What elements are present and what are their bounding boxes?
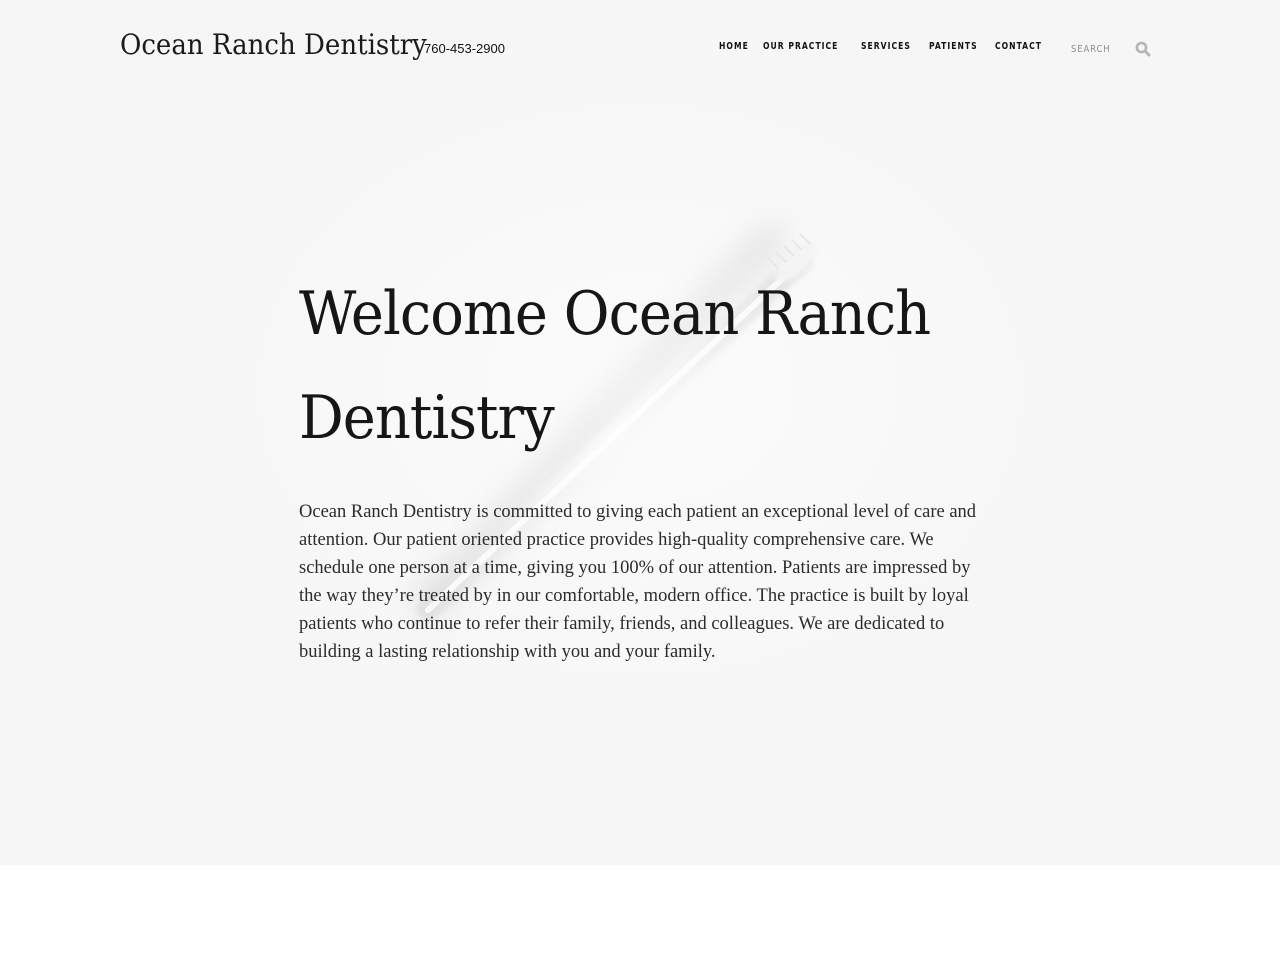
nav-item-patients[interactable]: PATIENTS	[929, 41, 978, 52]
nav-item-our-practice[interactable]: OUR PRACTICE	[763, 41, 838, 52]
site-header: Ocean Ranch Dentistry 760-453-2900 HOME …	[0, 0, 1280, 96]
page-bottom-area	[0, 865, 1280, 960]
search-input[interactable]	[1071, 43, 1124, 55]
phone-link[interactable]: 760-453-2900	[424, 41, 505, 56]
main-nav: HOME OUR PRACTICE SERVICES PATIENTS CONT…	[719, 41, 1044, 52]
search-icon[interactable]	[1135, 41, 1151, 57]
intro-paragraph: Ocean Ranch Dentistry is committed to gi…	[299, 502, 977, 662]
hero-content: Welcome Ocean Ranch Dentistry Ocean Ranc…	[299, 262, 989, 662]
search-box	[1071, 38, 1153, 60]
page-title: Welcome Ocean Ranch Dentistry	[299, 279, 931, 453]
nav-item-services[interactable]: SERVICES	[861, 41, 911, 52]
nav-item-contact[interactable]: CONTACT	[995, 41, 1042, 52]
site-logo[interactable]: Ocean Ranch Dentistry	[120, 28, 427, 61]
nav-item-home[interactable]: HOME	[719, 41, 749, 52]
